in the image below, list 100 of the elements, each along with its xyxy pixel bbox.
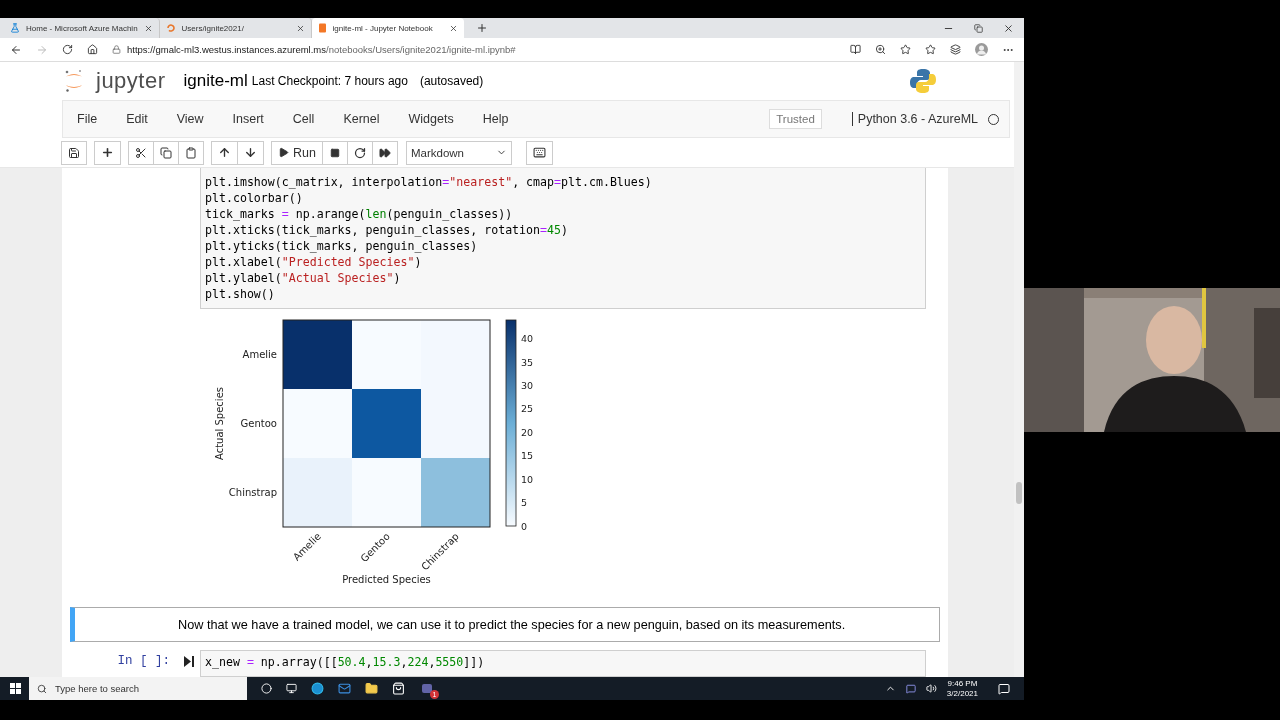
notifications-icon[interactable]: [998, 682, 1010, 695]
keyboard-icon: [532, 146, 546, 159]
copy-icon: [160, 146, 172, 159]
refresh-icon[interactable]: [62, 44, 73, 55]
arrow-up-icon: [218, 146, 231, 159]
notebook-name[interactable]: ignite-ml: [183, 71, 248, 91]
y-axis-label: Actual Species: [214, 387, 225, 460]
colorbar-tick: 25: [521, 403, 534, 415]
volume-icon[interactable]: [925, 683, 937, 694]
markdown-cell[interactable]: Now that we have a trained model, we can use it to predict the species for a new penguin, based on its measurements.: [70, 607, 940, 642]
stop-icon: [329, 147, 340, 158]
plus-icon: [101, 146, 114, 159]
close-icon[interactable]: [448, 23, 458, 33]
cortana-icon[interactable]: [261, 683, 272, 694]
code-line: plt.imshow(c_matrix, interpolation="nearest", cmap=plt.cm.Blues): [205, 174, 653, 190]
colorbar-tick: 20: [521, 426, 534, 438]
close-icon[interactable]: [143, 23, 153, 33]
menu-item[interactable]: Widgets: [398, 112, 464, 126]
cell-type-dropdown[interactable]: Markdown: [405, 140, 512, 165]
save-icon: [68, 146, 80, 159]
autosave-status: (autosaved): [419, 74, 484, 88]
taskbar-search-field[interactable]: Type here to search: [29, 677, 247, 700]
colorbar-tick: 35: [521, 356, 534, 368]
colorbar-tick: 5: [521, 497, 528, 509]
browser-tab[interactable]: Home - Microsoft Azure Machin: [4, 18, 160, 38]
collections-icon[interactable]: [950, 44, 961, 55]
lock-icon: [112, 45, 121, 54]
jupyter-logo-icon: [64, 69, 84, 93]
flask-icon: [10, 23, 20, 33]
cell-prompt: In [ ]:: [116, 653, 171, 668]
run-cell-icon[interactable]: [184, 656, 194, 667]
folder-icon[interactable]: [365, 682, 378, 695]
paste-button[interactable]: [178, 140, 204, 165]
markdown-text: Now that we have a trained model, we can use it to predict the species for a new penguin, based on its measurements.: [178, 617, 846, 632]
insert-cell-button[interactable]: [94, 140, 121, 165]
scissors-icon: [135, 146, 147, 159]
code-line: plt.yticks(tick_marks, penguin_classes): [205, 238, 479, 254]
save-button[interactable]: [61, 140, 87, 165]
menu-item[interactable]: File: [67, 112, 108, 126]
run-button[interactable]: Run: [271, 140, 323, 165]
cut-button[interactable]: [128, 140, 154, 165]
move-up-button[interactable]: [211, 140, 238, 165]
colorbar-tick: 40: [521, 333, 534, 345]
restart-icon: [353, 146, 366, 159]
clock[interactable]: 9:46 PM 3/2/2021: [946, 678, 978, 699]
mail-app-icon[interactable]: [338, 682, 351, 695]
stop-button[interactable]: [321, 140, 348, 165]
row-label: Amelie: [242, 348, 277, 360]
code-line: plt.show(): [205, 286, 276, 302]
browser-tab[interactable]: ignite-ml - Jupyter Notebook: [311, 18, 464, 38]
search-icon: [37, 683, 47, 694]
colorbar-tick: 0: [521, 520, 528, 532]
menu-item[interactable]: Cell: [282, 112, 325, 126]
windows-icon[interactable]: [10, 683, 21, 694]
address-field[interactable]: https://gmalc-ml3.westus.instances.azureml.ms/notebooks/Users/ignite2021/ignite-ml.ipynb#: [112, 44, 836, 55]
fast-forward-icon: [378, 146, 391, 159]
menu-item[interactable]: Edit: [116, 112, 158, 126]
python-logo-icon: [910, 68, 936, 94]
run-all-button[interactable]: [371, 140, 398, 165]
keyboard-button[interactable]: [525, 140, 553, 165]
kernel-name[interactable]: Python 3.6 - AzureML: [851, 112, 978, 126]
arrow-down-icon: [244, 146, 257, 159]
code-cell[interactable]: [200, 168, 926, 309]
row-label: Gentoo: [240, 417, 277, 429]
colorbar-tick: 10: [521, 473, 534, 485]
code-cell[interactable]: x_new = np.array([[50.4,15.3,224,5550]]): [200, 650, 926, 677]
menu-item[interactable]: Kernel: [333, 112, 390, 126]
trusted-indicator[interactable]: Trusted: [769, 109, 822, 129]
move-down-button[interactable]: [237, 140, 264, 165]
menu-item[interactable]: Insert: [222, 112, 274, 126]
code-line: plt.xticks(tick_marks, penguin_classes, rotation=45): [205, 222, 569, 238]
back-icon[interactable]: [10, 43, 22, 56]
colorbar-tick: 30: [521, 380, 534, 392]
favorite-icon[interactable]: [900, 44, 911, 55]
code-line: plt.colorbar(): [205, 190, 304, 206]
close-icon[interactable]: [295, 23, 305, 33]
code-line: plt.xlabel("Predicted Species"): [205, 254, 423, 270]
restore-icon[interactable]: [974, 23, 983, 33]
menu-item[interactable]: Help: [472, 112, 519, 126]
store-icon[interactable]: [392, 682, 405, 695]
reader-icon[interactable]: [850, 44, 861, 55]
jupyter-logo: jupyter: [96, 68, 166, 94]
code-line: plt.ylabel("Actual Species"): [205, 270, 402, 286]
colorbar-tick: 15: [521, 450, 534, 462]
favorites-icon[interactable]: [925, 44, 936, 55]
zoom-icon[interactable]: [875, 44, 886, 55]
code-line: tick_marks = np.arange(len(penguin_classes)): [205, 206, 514, 222]
restart-button[interactable]: [346, 140, 373, 165]
notebook-icon: [317, 23, 327, 33]
menu-item[interactable]: View: [166, 112, 214, 126]
home-icon[interactable]: [87, 44, 98, 55]
browser-tab[interactable]: Users/ignite2021/: [159, 18, 312, 38]
scrollbar-thumb[interactable]: [1016, 482, 1022, 504]
x-axis-label: Predicted Species: [342, 574, 431, 585]
close-icon[interactable]: [1003, 22, 1014, 34]
checkpoint-status: Last Checkpoint: 7 hours ago: [251, 74, 408, 88]
chat-tray-icon[interactable]: [905, 683, 916, 694]
clipboard-icon: [185, 146, 197, 159]
row-label: Chinstrap: [228, 486, 277, 498]
avatar-icon[interactable]: [975, 43, 988, 56]
